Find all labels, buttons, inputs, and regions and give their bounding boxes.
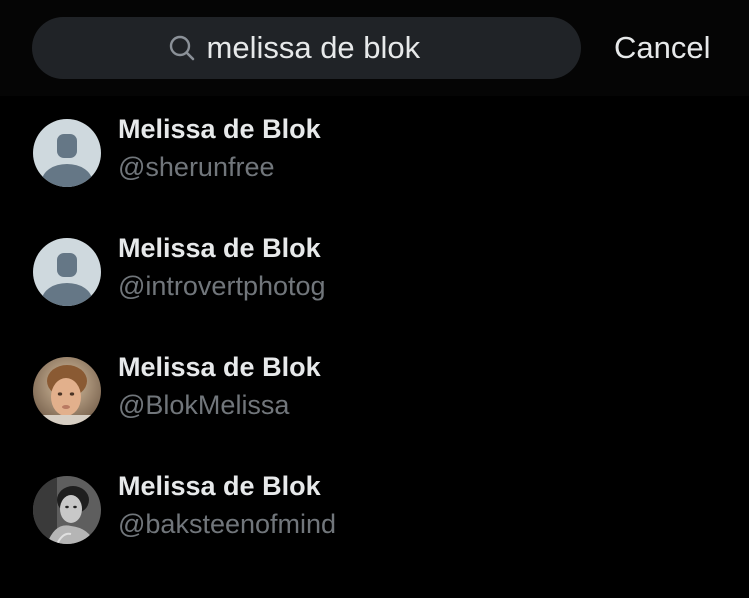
- result-name: Melissa de Blok: [118, 233, 321, 263]
- result-handle: @BlokMelissa: [118, 390, 290, 420]
- result-name: Melissa de Blok: [118, 471, 321, 501]
- profile-photo-avatar: [33, 357, 101, 425]
- search-icon: [167, 33, 197, 63]
- default-avatar: [33, 238, 101, 306]
- result-name: Melissa de Blok: [118, 352, 321, 382]
- result-handle: @sherunfree: [118, 152, 275, 182]
- result-name: Melissa de Blok: [118, 114, 321, 144]
- search-field[interactable]: [32, 17, 581, 79]
- search-input[interactable]: [206, 30, 447, 66]
- default-avatar: [33, 119, 101, 187]
- search-result-item[interactable]: Melissa de Blok @baksteenofmind: [0, 457, 749, 576]
- cancel-button[interactable]: Cancel: [614, 30, 711, 66]
- result-handle: @introvertphotog: [118, 271, 326, 301]
- profile-photo-avatar: [33, 476, 101, 544]
- search-header: Cancel: [0, 0, 749, 96]
- search-result-item[interactable]: Melissa de Blok @introvertphotog: [0, 219, 749, 338]
- result-handle: @baksteenofmind: [118, 509, 337, 539]
- search-result-item[interactable]: Melissa de Blok @BlokMelissa: [0, 338, 749, 457]
- search-result-item[interactable]: Melissa de Blok @sherunfree: [0, 100, 749, 219]
